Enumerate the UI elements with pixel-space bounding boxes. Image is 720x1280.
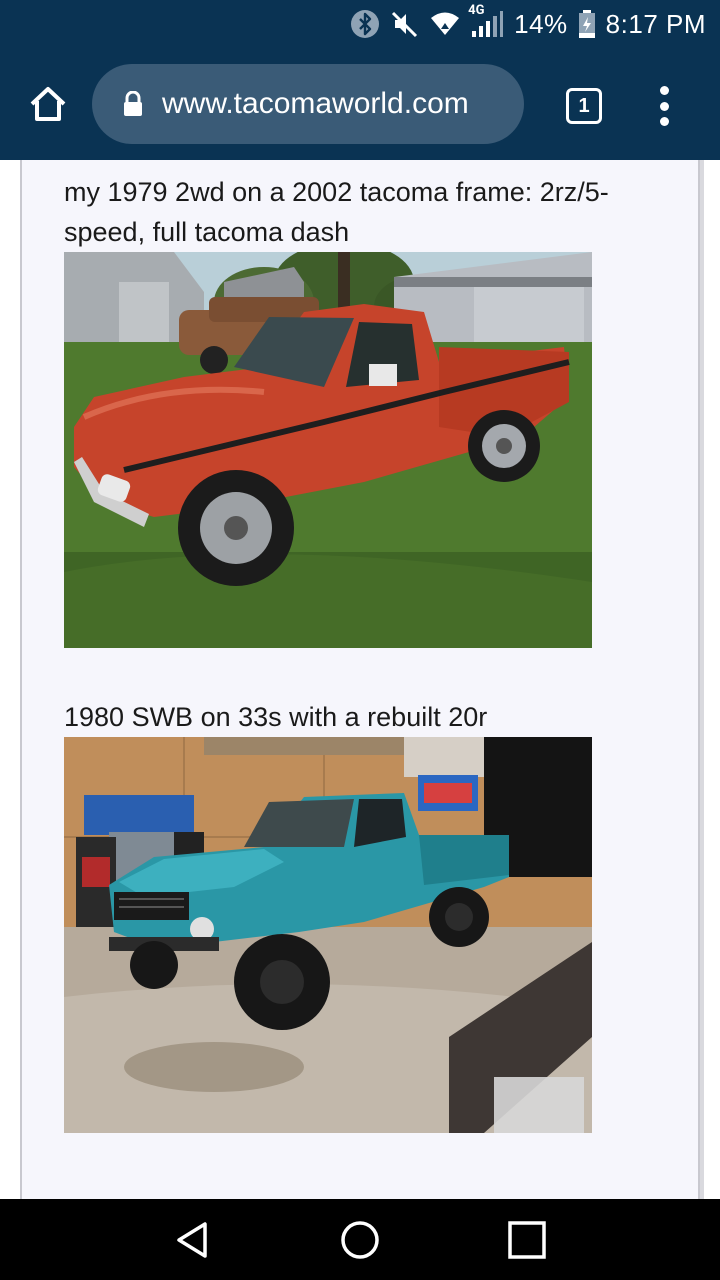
post-caption-2: 1980 SWB on 33s with a rebuilt 20r	[64, 702, 488, 732]
wifi-icon	[430, 9, 460, 39]
menu-dot-icon	[659, 86, 669, 95]
menu-dot-icon	[659, 117, 669, 126]
status-bar: 4G 14% 8:17 PM	[0, 0, 720, 48]
mute-icon	[390, 9, 420, 39]
battery-icon	[578, 9, 596, 39]
overflow-menu-button[interactable]	[650, 86, 678, 126]
home-icon	[30, 87, 66, 121]
bluetooth-icon	[350, 9, 380, 39]
url-text: www.tacomaworld.com	[162, 87, 469, 120]
back-button[interactable]	[163, 1210, 223, 1270]
home-nav-button[interactable]	[330, 1210, 390, 1270]
recents-button[interactable]	[497, 1210, 557, 1270]
back-icon	[177, 1221, 208, 1258]
network-label: 4G	[468, 3, 485, 18]
teal-pickup-photo[interactable]	[64, 737, 592, 1133]
browser-toolbar: www.tacomaworld.com 1	[0, 48, 720, 160]
forum-post: my 1979 2wd on a 2002 tacoma frame: 2rz/…	[20, 160, 704, 1199]
url-bar[interactable]: www.tacomaworld.com	[92, 64, 524, 144]
system-nav-bar	[0, 1199, 720, 1280]
home-circle-icon	[341, 1220, 379, 1259]
red-pickup-photo[interactable]	[64, 252, 592, 648]
menu-dot-icon	[659, 101, 669, 111]
recents-icon	[507, 1220, 546, 1259]
signal-icon: 4G	[468, 3, 504, 39]
clock: 8:17 PM	[605, 8, 706, 39]
battery-percent: 14%	[514, 8, 568, 39]
lock-icon	[122, 91, 144, 117]
tab-switcher-button[interactable]: 1	[566, 88, 602, 124]
web-content[interactable]: my 1979 2wd on a 2002 tacoma frame: 2rz/…	[0, 160, 720, 1199]
home-button[interactable]	[26, 82, 70, 126]
post-caption-1: my 1979 2wd on a 2002 tacoma frame: 2rz/…	[64, 177, 609, 247]
tab-count: 1	[578, 94, 590, 117]
